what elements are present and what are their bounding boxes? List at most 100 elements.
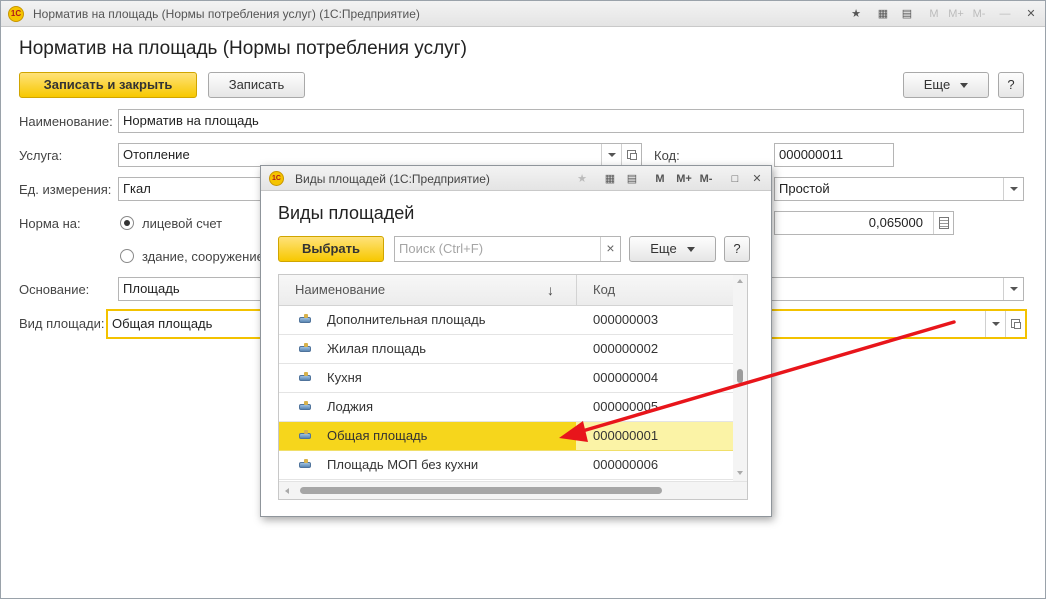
search-placeholder: Поиск (Ctrl+F) xyxy=(399,241,484,256)
search-input[interactable]: Поиск (Ctrl+F) × xyxy=(394,236,621,262)
item-code: 000000005 xyxy=(593,399,659,414)
calendar-icon[interactable]: ▤ xyxy=(623,170,641,188)
memory-m-button[interactable]: M xyxy=(651,170,669,188)
open-icon xyxy=(1011,319,1021,329)
chevron-down-icon xyxy=(1010,287,1018,291)
item-code: 000000004 xyxy=(593,370,659,385)
area-kinds-popup: 1С Виды площадей (1С:Предприятие) ★ ▦ ▤ … xyxy=(260,165,772,517)
memory-plus-button[interactable]: M+ xyxy=(673,170,695,188)
help-button[interactable]: ? xyxy=(998,72,1024,98)
vertical-scrollbar[interactable] xyxy=(733,275,747,481)
service-dropdown-button[interactable] xyxy=(601,144,621,166)
norm-value: 0,065000 xyxy=(868,215,923,230)
item-name: Лоджия xyxy=(327,399,374,414)
catalog-item-icon xyxy=(299,314,311,323)
name-label: Наименование: xyxy=(19,114,113,129)
table-row[interactable]: Жилая площадь 000000002 xyxy=(279,335,735,364)
calendar-icon[interactable]: ▤ xyxy=(898,5,916,23)
item-code: 000000006 xyxy=(593,457,659,472)
table-header: Наименование ↓ Код xyxy=(279,275,735,306)
maximize-button[interactable]: □ xyxy=(726,170,744,188)
scroll-left-icon[interactable] xyxy=(285,488,289,494)
table-row[interactable]: Лоджия 000000005 xyxy=(279,393,735,422)
name-cell: Жилая площадь xyxy=(279,335,576,363)
more-button[interactable]: Еще xyxy=(903,72,989,98)
horizontal-scrollbar[interactable] xyxy=(279,481,747,499)
code-input[interactable]: 000000011 xyxy=(774,143,894,167)
popup-help-button[interactable]: ? xyxy=(724,236,750,262)
service-value: Отопление xyxy=(123,147,190,162)
name-cell: Общая площадь xyxy=(279,422,576,450)
clear-search-button[interactable]: × xyxy=(600,237,620,261)
favorites-icon[interactable]: ★ xyxy=(573,170,591,188)
open-icon xyxy=(627,150,637,160)
area-kinds-table: Наименование ↓ Код Дополнительная площад… xyxy=(278,274,748,500)
app-logo-icon: 1С xyxy=(8,6,24,22)
chevron-down-icon xyxy=(608,153,616,157)
minimize-button[interactable]: — xyxy=(996,5,1014,23)
radio-account[interactable] xyxy=(120,216,134,230)
name-cell: Дополнительная площадь xyxy=(279,306,576,334)
page-title: Норматив на площадь (Нормы потребления у… xyxy=(19,38,467,59)
radio-building[interactable] xyxy=(120,249,134,263)
item-name: Кухня xyxy=(327,370,362,385)
scroll-thumb[interactable] xyxy=(300,487,662,494)
table-row[interactable]: Дополнительная площадь 000000003 xyxy=(279,306,735,335)
column-code-header[interactable]: Код xyxy=(593,275,615,306)
favorites-icon[interactable]: ★ xyxy=(847,5,865,23)
calculator-icon xyxy=(939,217,949,229)
chevron-down-icon xyxy=(992,322,1000,326)
popup-more-button[interactable]: Еще xyxy=(629,236,716,262)
basis-label: Основание: xyxy=(19,282,90,297)
window-title: Норматив на площадь (Нормы потребления у… xyxy=(33,7,420,21)
chevron-down-icon xyxy=(1010,187,1018,191)
item-name: Площадь МОП без кухни xyxy=(327,457,479,472)
calc-type-dropdown-button[interactable] xyxy=(1003,178,1023,200)
norm-label: Норма на: xyxy=(19,216,81,231)
norm-value-input[interactable]: 0,065000 xyxy=(774,211,954,235)
name-input[interactable]: Норматив на площадь xyxy=(118,109,1024,133)
calculator-button[interactable] xyxy=(933,212,953,234)
chevron-down-icon xyxy=(686,247,695,253)
calculator-icon[interactable]: ▦ xyxy=(601,170,619,188)
memory-minus-button[interactable]: M- xyxy=(970,5,988,23)
memory-minus-button[interactable]: M- xyxy=(696,170,716,188)
memory-plus-button[interactable]: M+ xyxy=(947,5,965,23)
popup-more-label: Еще xyxy=(650,241,677,256)
table-row-selected[interactable]: Общая площадь 000000001 xyxy=(279,422,735,451)
save-button[interactable]: Записать xyxy=(208,72,305,98)
catalog-item-icon xyxy=(299,372,311,381)
scroll-thumb[interactable] xyxy=(737,369,743,383)
table-row[interactable]: Площадь МОП без кухни 000000006 xyxy=(279,451,735,480)
scroll-up-icon[interactable] xyxy=(737,279,743,283)
unit-label: Ед. измерения: xyxy=(19,182,112,197)
save-and-close-button[interactable]: Записать и закрыть xyxy=(19,72,197,98)
unit-input[interactable]: Гкал xyxy=(118,177,268,201)
calculator-icon[interactable]: ▦ xyxy=(874,5,892,23)
basis-dropdown-button[interactable] xyxy=(1003,278,1023,300)
popup-window-title: Виды площадей (1С:Предприятие) xyxy=(295,172,490,186)
name-cell: Площадь МОП без кухни xyxy=(279,451,576,479)
catalog-item-icon xyxy=(299,430,311,439)
column-name-header[interactable]: Наименование xyxy=(295,275,385,306)
memory-m-button[interactable]: M xyxy=(925,5,943,23)
catalog-item-icon xyxy=(299,401,311,410)
area-kind-dropdown-button[interactable] xyxy=(985,311,1005,337)
area-kind-open-button[interactable] xyxy=(1005,311,1025,337)
service-open-button[interactable] xyxy=(621,144,641,166)
item-name: Жилая площадь xyxy=(327,341,427,356)
select-button[interactable]: Выбрать xyxy=(278,236,384,262)
name-cell: Лоджия xyxy=(279,393,576,421)
item-name: Общая площадь xyxy=(327,428,428,443)
calc-type-select[interactable]: Простой xyxy=(774,177,1024,201)
close-popup-button[interactable]: ✕ xyxy=(748,170,766,188)
scroll-down-icon[interactable] xyxy=(737,471,743,475)
sort-arrow-icon: ↓ xyxy=(547,282,554,298)
item-code: 000000002 xyxy=(593,341,659,356)
close-window-button[interactable]: ✕ xyxy=(1022,5,1040,23)
radio-account-label: лицевой счет xyxy=(142,216,223,231)
calc-type-value: Простой xyxy=(779,181,830,196)
column-separator xyxy=(576,275,577,306)
table-row[interactable]: Кухня 000000004 xyxy=(279,364,735,393)
service-input[interactable]: Отопление xyxy=(118,143,642,167)
